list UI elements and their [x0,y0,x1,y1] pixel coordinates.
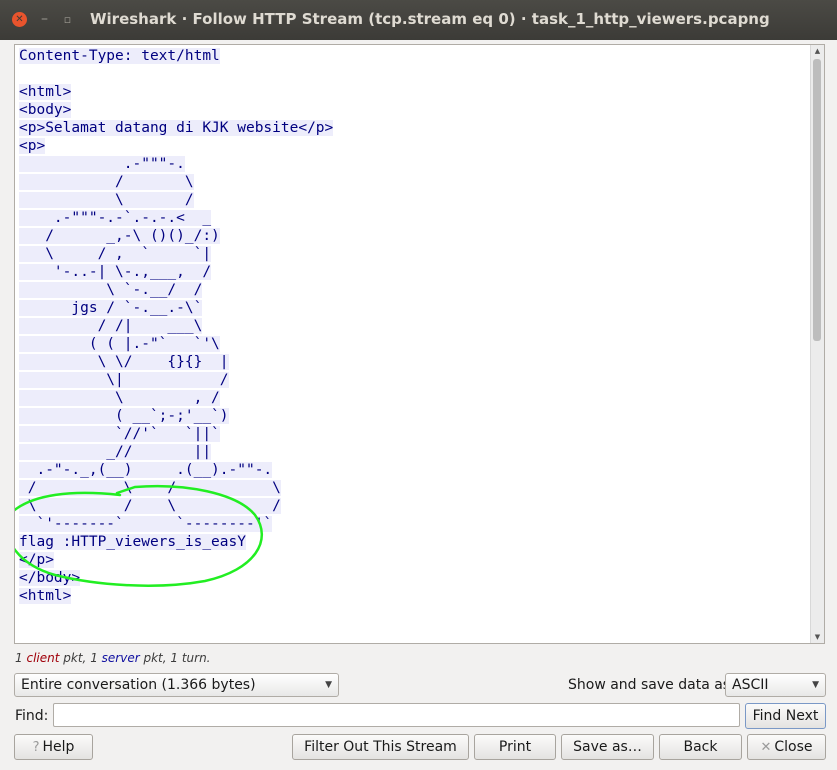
back-button[interactable]: Back [659,734,742,760]
stream-line: jgs / `-.__.-\` [19,300,203,316]
stream-content: Content-Type: text/html <html> <body> <p… [19,47,334,605]
stream-line: / /| ___\ [19,318,203,334]
stream-line: </body> [19,570,81,586]
chevron-down-icon: ▼ [812,680,819,690]
conversation-select-value: Entire conversation (1.366 bytes) [21,677,256,693]
scrollbar-thumb[interactable] [813,59,821,341]
window-titlebar: ✕ – ▫ Wireshark · Follow HTTP Stream (tc… [0,0,837,40]
stream-line: .-"-._,(__) .(__).-""-. [19,462,273,478]
stream-line: ( ( |.-"` `'\ [19,336,220,352]
conversation-select[interactable]: Entire conversation (1.366 bytes) ▼ [14,673,339,697]
stream-line: Content-Type: text/html [19,48,220,64]
chevron-down-icon: ▼ [325,680,332,690]
stream-line: <p> [19,138,46,154]
stream-line: _// || [19,444,212,460]
stream-line: `'-------` `--------'` [19,516,273,532]
save-as-button[interactable]: Save as… [561,734,654,760]
stream-vertical-scrollbar[interactable]: ▲ ▼ [810,45,824,643]
stream-line: <html> [19,588,72,604]
stream-line: .-"""-.-`.-.-.< _ [19,210,212,226]
window-minimize-button[interactable]: – [37,12,52,27]
stream-line: '-..-| \-.,___, / [19,264,212,280]
stream-text-area[interactable]: Content-Type: text/html <html> <body> <p… [14,44,825,644]
save-format-label: Show and save data as [568,677,731,693]
close-icon: ✕ [760,740,772,755]
stream-line: <p>Selamat datang di KJK website</p> [19,120,334,136]
stream-line: <html> [19,84,72,100]
stream-line: / _,-\ ()()_/:) [19,228,220,244]
stream-line: \ / [19,192,194,208]
server-label: server [101,651,140,665]
status-tail: pkt, 1 turn. [143,651,211,665]
pkt-separator: pkt, [63,651,87,665]
save-format-select[interactable]: ASCII ▼ [725,673,826,697]
window-maximize-button[interactable]: ▫ [60,12,75,27]
find-input[interactable] [53,703,740,727]
window-close-button[interactable]: ✕ [12,12,27,27]
stream-line: \ `-.__/ / [19,282,203,298]
stream-line: `//'` `||` [19,426,220,442]
help-button-label: Help [42,739,75,755]
stream-line: / \ / \ [19,480,281,496]
stream-line: ( __`;-;'__`) [19,408,229,424]
scroll-up-arrow-icon[interactable]: ▲ [811,45,824,57]
stream-line: \ / , ` `| [19,246,212,262]
find-next-button[interactable]: Find Next [745,703,826,729]
scroll-down-arrow-icon[interactable]: ▼ [811,631,824,643]
stream-line: \ , / [19,390,220,406]
client-packet-count: 1 [15,651,23,665]
help-button[interactable]: ? Help [14,734,93,760]
server-packet-count: 1 [90,651,98,665]
close-button[interactable]: ✕ Close [747,734,826,760]
stream-line: \| / [19,372,229,388]
stream-line: .-"""-. [19,156,185,172]
print-button[interactable]: Print [474,734,556,760]
stream-line: <body> [19,102,72,118]
stream-line: flag :HTTP_viewers_is_easY [19,534,246,550]
save-format-value: ASCII [732,677,769,693]
filter-out-stream-button[interactable]: Filter Out This Stream [292,734,469,760]
stream-line: </p> [19,552,54,568]
close-button-label: Close [774,739,813,755]
stream-line: \ / \ / [19,498,281,514]
conversation-status: 1 client pkt, 1 server pkt, 1 turn. [15,651,211,665]
stream-line: \ \/ {}{} | [19,354,229,370]
client-label: client [26,651,60,665]
find-label: Find: [15,708,49,724]
stream-line: / \ [19,174,194,190]
help-icon: ? [32,740,40,755]
window-title: Wireshark · Follow HTTP Stream (tcp.stre… [90,10,770,28]
